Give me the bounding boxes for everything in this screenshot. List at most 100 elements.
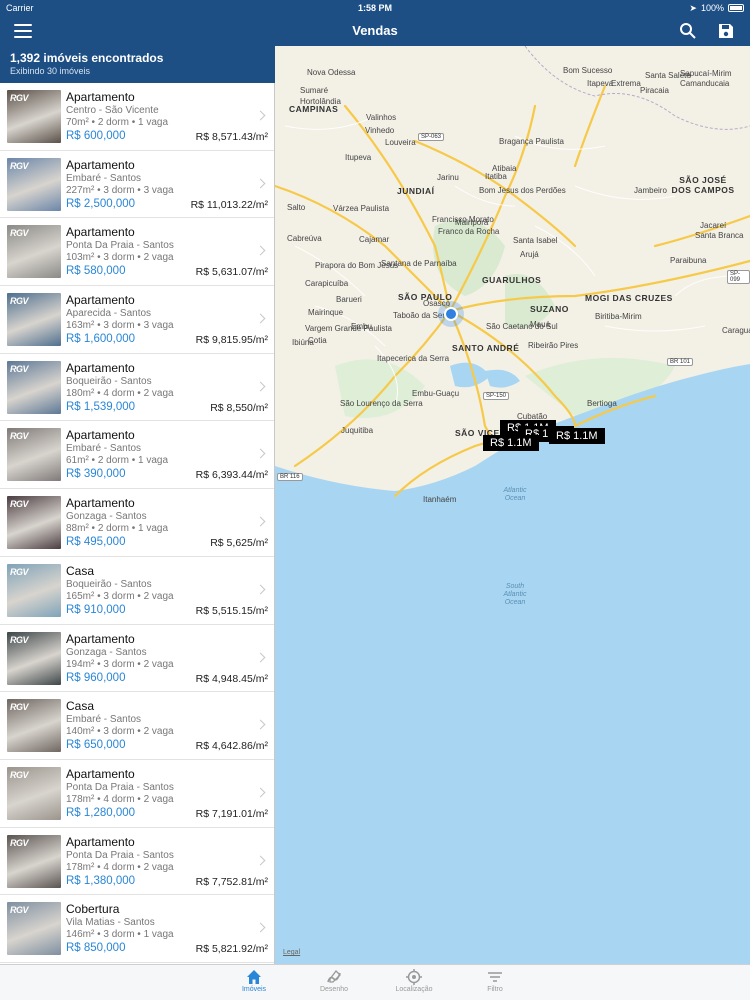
city-label: Louveira (385, 138, 416, 147)
city-label: Ibiúna (292, 338, 314, 347)
chevron-right-icon (255, 381, 266, 392)
price-per-m2: R$ 5,821.92/m² (195, 943, 268, 956)
price-per-m2: R$ 5,625/m² (210, 537, 268, 550)
listing-item[interactable]: RGV Apartamento Boqueirão - Santos 180m² • … (0, 354, 274, 422)
city-label: Juquitiba (341, 426, 374, 435)
property-specs: 165m² • 3 dorm • 2 vaga (66, 590, 174, 602)
property-location: Ponta Da Praia - Santos (66, 240, 174, 252)
agency-logo: RGV (10, 160, 29, 171)
listing-item[interactable]: RGV Cobertura Vila Matias - Santos 146m² • … (0, 895, 274, 963)
city-label-major: SÃO JOSÉ DOS CAMPOS (671, 175, 735, 195)
agency-logo: RGV (10, 499, 29, 510)
tab-filtro[interactable]: Filtro (465, 965, 525, 1000)
city-label: Itanhaém (423, 495, 457, 504)
property-specs: 103m² • 3 dorm • 2 vaga (66, 252, 174, 264)
city-label: Várzea Paulista (333, 204, 390, 213)
city-label-major: SUZANO (530, 304, 569, 314)
listing-item[interactable]: RGV Apartamento Ponta Da Praia - Santos 103… (0, 218, 274, 287)
chevron-right-icon (255, 584, 266, 595)
ocean-label: Atlantic Ocean (503, 487, 527, 502)
property-price: R$ 390,000 (66, 468, 126, 481)
listing-item[interactable]: RGV Apartamento Aparecida - Santos 163m² • … (0, 286, 274, 354)
agency-logo: RGV (10, 905, 29, 916)
property-specs: 194m² • 3 dorm • 2 vaga (66, 658, 174, 670)
property-specs: 140m² • 3 dorm • 2 vaga (66, 726, 174, 738)
city-label: Paraibuna (670, 256, 707, 265)
city-label: Jarinu (437, 173, 459, 182)
road-sign: SP-150 (483, 392, 510, 400)
property-location: Ponta Da Praia - Santos (66, 849, 174, 861)
property-location: Ponta Da Praia - Santos (66, 781, 174, 793)
listing-item[interactable]: RGV Apartamento Gonzaga - Santos 88m² • 2 d… (0, 489, 274, 557)
agency-logo: RGV (10, 837, 29, 848)
chevron-right-icon (255, 719, 266, 730)
property-type: Apartamento (66, 157, 135, 172)
listing-photo: RGV (7, 834, 61, 888)
price-pin[interactable]: R$ 1.1M (483, 435, 539, 451)
battery-icon (728, 4, 744, 12)
map-legal-link[interactable]: Legal (283, 949, 300, 956)
property-specs: 178m² • 4 dorm • 2 vaga (66, 861, 174, 873)
price-per-m2: R$ 7,752.81/m² (195, 875, 268, 888)
listing-photo: RGV (7, 766, 61, 820)
listing-item[interactable]: RGV Apartamento Gonzaga - Santos 194m² • 3 … (0, 625, 274, 693)
city-label: Valinhos (366, 113, 397, 122)
property-specs: 180m² • 4 dorm • 2 vaga (66, 387, 174, 399)
city-label: Vargem Grande Paulista (305, 324, 393, 333)
city-label: Itapeva (587, 79, 614, 88)
listing-item[interactable]: RGV Apartamento Ponta Da Praia - Santos 178… (0, 828, 274, 896)
current-location-dot[interactable] (438, 301, 464, 327)
listing-item[interactable]: RGV Casa Boqueirão - Santos 165m² • 3 dorm … (0, 557, 274, 625)
chevron-right-icon (255, 245, 266, 256)
search-icon[interactable] (679, 22, 697, 40)
map-view[interactable]: CAMPINAS JUNDIAÍ SÃO PAULO GUARULHOS SANTO A… (275, 46, 750, 964)
price-pin[interactable]: R$ 1.1M (549, 428, 605, 444)
property-specs: 178m² • 4 dorm • 2 vaga (66, 793, 174, 805)
listing-photo: RGV (7, 360, 61, 414)
listing-item[interactable]: RGV Apartamento Embaré - Santos 61m² • 2 do… (0, 421, 274, 490)
city-label: Itapecerica da Serra (377, 354, 450, 363)
chevron-right-icon (255, 787, 266, 798)
property-location: Gonzaga - Santos (66, 511, 147, 523)
property-location: Aparecida - Santos (66, 308, 152, 320)
tab-label: Filtro (487, 986, 503, 993)
city-label: Embu-Guaçu (412, 389, 460, 398)
tab-localizacao[interactable]: Localização (384, 965, 444, 1000)
city-label: Arujá (520, 250, 539, 259)
listing-item[interactable]: RGV Apartamento Ponta Da Praia - Santos 178… (0, 760, 274, 828)
agency-logo: RGV (10, 702, 29, 713)
city-label: Piracaia (640, 86, 669, 95)
agency-logo: RGV (10, 93, 29, 103)
listing-item[interactable]: RGV Apartamento Centro - São Vicente 70m² •… (0, 83, 274, 151)
listing-item[interactable]: RGV Apartamento Embaré - Santos 227m² • 3 d… (0, 151, 274, 219)
property-price: R$ 580,000 (66, 265, 126, 278)
save-icon[interactable] (717, 22, 735, 40)
property-price: R$ 1,380,000 (66, 874, 136, 887)
listing-item[interactable]: RGV Casa Embaré - Santos 140m² • 3 dorm • 2… (0, 692, 274, 760)
property-location: Embaré - Santos (66, 172, 142, 184)
chevron-right-icon (255, 855, 266, 866)
property-specs: 227m² • 3 dorm • 3 vaga (66, 184, 174, 196)
city-label: Nova Odessa (307, 68, 356, 77)
city-label: Mairinque (308, 308, 344, 317)
tab-desenho[interactable]: Desenho (304, 965, 364, 1000)
property-type: Apartamento (66, 428, 135, 443)
city-label-major: GUARULHOS (482, 275, 542, 285)
tab-imoveis[interactable]: Imóveis (224, 965, 284, 1000)
results-count: 1,392 imóveis encontrados (10, 51, 164, 65)
property-location: Vila Matias - Santos (66, 917, 155, 929)
listing-list[interactable]: RGV Apartamento Centro - São Vicente 70m² •… (0, 83, 275, 964)
property-specs: 70m² • 2 dorm • 1 vaga (66, 117, 169, 128)
property-price: R$ 650,000 (66, 739, 126, 752)
road-sign: SP-063 (418, 133, 445, 141)
tab-label: Localização (395, 986, 433, 993)
chevron-right-icon (255, 652, 266, 662)
city-label-major: MOGI DAS CRUZES (585, 293, 673, 303)
listing-photo: RGV (7, 699, 61, 753)
property-type: Apartamento (66, 631, 135, 646)
property-type: Apartamento (66, 225, 135, 240)
city-label: Ribeirão Pires (528, 341, 579, 350)
agency-logo: RGV (10, 431, 29, 442)
road-sign: BR 116 (277, 473, 303, 481)
property-location: Embaré - Santos (66, 714, 142, 726)
